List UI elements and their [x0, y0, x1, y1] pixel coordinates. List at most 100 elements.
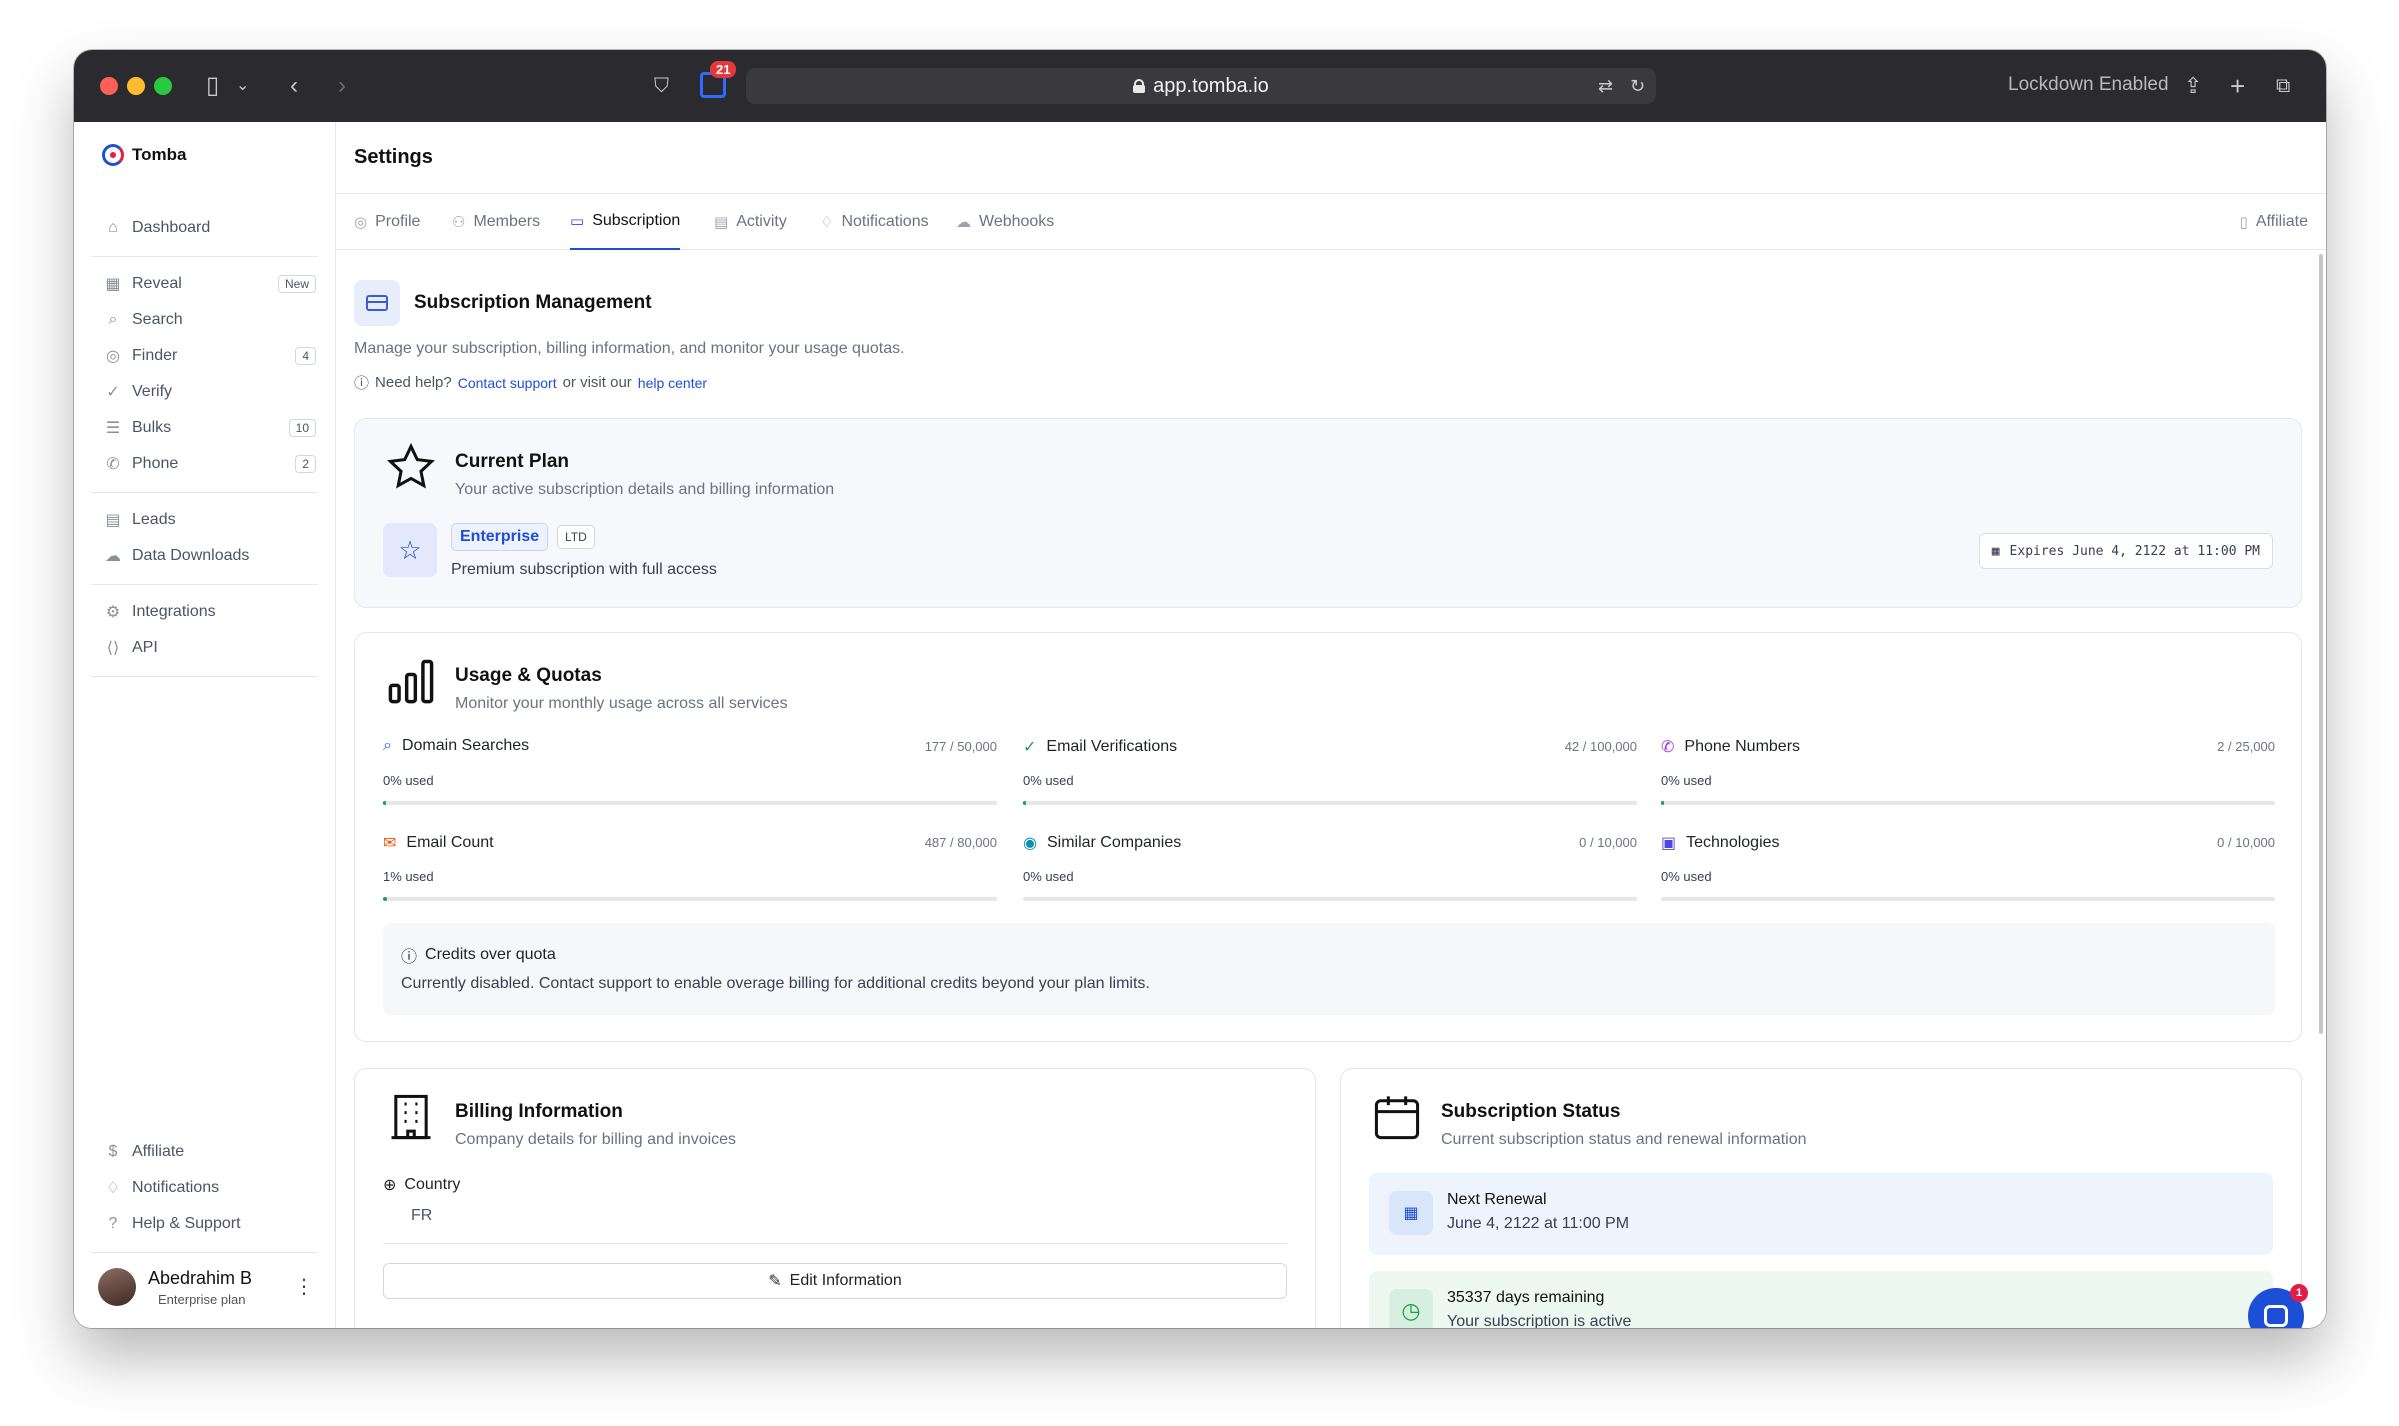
divider: [92, 1252, 318, 1253]
bar-chart-icon: [388, 659, 434, 704]
pencil-icon: ✎: [768, 1273, 782, 1290]
affiliate-link[interactable]: ▯ Affiliate: [2240, 194, 2308, 250]
share-icon[interactable]: ⇪: [2184, 72, 2202, 100]
help-middle: or visit our: [562, 374, 632, 391]
contact-support-link[interactable]: Contact support: [458, 375, 557, 391]
user-circle-icon: ◎: [106, 348, 120, 365]
quota-used: 0% used: [1023, 773, 1074, 788]
section-title: Subscription Management: [414, 292, 652, 313]
help-line: ⓘ Need help? Contact support or visit ou…: [354, 372, 707, 393]
mail-icon: ✉: [383, 835, 397, 852]
chevron-down-icon[interactable]: ⌄: [236, 72, 249, 100]
sidebar-item-leads[interactable]: ▤ Leads: [104, 506, 316, 534]
user-profile[interactable]: Abedrahim B Enterprise plan ⋮: [98, 1266, 318, 1310]
renewal-date: June 4, 2122 at 11:00 PM: [1447, 1215, 1630, 1232]
brand-logo[interactable]: Tomba: [102, 144, 186, 166]
current-plan-card: Current Plan Your active subscription de…: [354, 418, 2302, 608]
sidebar-item-label: Phone: [132, 455, 179, 472]
tab-label: Activity: [736, 213, 787, 230]
plug-icon: ⚙: [105, 604, 121, 621]
sidebar-item-finder[interactable]: ◎ Finder 4: [104, 342, 316, 370]
forward-icon[interactable]: ›: [338, 72, 346, 100]
remaining-subtitle: Your subscription is active: [1447, 1313, 1632, 1328]
subscription-icon-box: [354, 280, 400, 326]
edit-information-button[interactable]: ✎ Edit Information: [383, 1263, 1287, 1299]
sidebar-item-data-downloads[interactable]: ☁ Data Downloads: [104, 542, 316, 570]
tab-overview-icon[interactable]: ⧉: [2276, 72, 2290, 100]
tab-activity[interactable]: ▤ Activity: [714, 194, 787, 250]
plan-name-badge: Enterprise: [451, 523, 549, 551]
sidebar-toggle-icon[interactable]: ▯: [206, 72, 219, 100]
tab-subscription[interactable]: ▭ Subscription: [570, 194, 681, 250]
sidebar-item-dashboard[interactable]: ⌂ Dashboard: [104, 214, 316, 242]
lock-icon: [1133, 79, 1146, 93]
quota-used: 1% used: [383, 869, 434, 884]
card-title: Usage & Quotas: [455, 665, 602, 686]
minimize-window-button[interactable]: [127, 77, 145, 95]
quota-label: Domain Searches: [401, 737, 530, 754]
sidebar-item-phone[interactable]: ✆ Phone 2: [104, 450, 316, 478]
lockdown-status: Lockdown Enabled: [2008, 74, 2169, 95]
credits-text: Currently disabled. Contact support to e…: [401, 975, 1150, 992]
avatar: [98, 1268, 136, 1306]
tab-members[interactable]: ⚇ Members: [452, 194, 540, 250]
sidebar-item-reveal[interactable]: ▦ Reveal New: [104, 270, 316, 298]
sidebar-item-label: Bulks: [132, 419, 172, 436]
sidebar-item-verify[interactable]: ✓ Verify: [104, 378, 316, 406]
days-remaining-box: ◷ 35337 days remaining Your subscription…: [1369, 1271, 2273, 1328]
tab-notifications[interactable]: ♢ Notifications: [820, 194, 929, 250]
subscription-panel: Subscription Management Manage your subs…: [336, 250, 2314, 1328]
table-icon: ▤: [714, 214, 729, 231]
sidebar-item-label: Verify: [132, 383, 173, 400]
bell-icon: ♢: [820, 214, 834, 231]
sidebar-item-label: Finder: [132, 347, 178, 364]
sidebar-item-label: Help & Support: [132, 1215, 241, 1232]
scrollbar[interactable]: [2316, 250, 2326, 1328]
search-icon: ⌕: [108, 311, 118, 328]
quota-progress-fill: [1661, 801, 1664, 805]
sidebar-item-affiliate[interactable]: $ Affiliate: [104, 1138, 316, 1166]
sidebar-item-search[interactable]: ⌕ Search: [104, 306, 316, 334]
quota-item: ✉ Email Count 487 / 80,000 1% used: [383, 833, 997, 903]
sidebar-item-label: Affiliate: [132, 1143, 185, 1160]
button-label: Edit Information: [789, 1272, 902, 1289]
user-name: Abedrahim B: [148, 1268, 253, 1288]
translate-icon[interactable]: ⇄: [1598, 72, 1613, 100]
quota-value: 0 / 10,000: [2217, 835, 2275, 850]
sidebar-item-notifications[interactable]: ♢ Notifications: [104, 1174, 316, 1202]
quota-used: 0% used: [383, 773, 434, 788]
new-tab-icon[interactable]: +: [2230, 72, 2245, 100]
usage-card: Usage & Quotas Monitor your monthly usag…: [354, 632, 2302, 1042]
country-label-row: ⊕ Country: [383, 1175, 460, 1195]
quota-value: 487 / 80,000: [924, 835, 997, 850]
quota-item: ✆ Phone Numbers 2 / 25,000 0% used: [1661, 737, 2275, 807]
star-icon: [387, 442, 435, 489]
quota-label-row: ⌕ Domain Searches: [383, 737, 529, 755]
tab-profile[interactable]: ◎ Profile: [354, 194, 420, 250]
info-icon: ⓘ: [401, 949, 418, 966]
scroll-thumb[interactable]: [2319, 254, 2323, 1034]
sidebar-item-label: Data Downloads: [132, 547, 250, 564]
quota-item: ⌕ Domain Searches 177 / 50,000 0% used: [383, 737, 997, 807]
zoom-window-button[interactable]: [154, 77, 172, 95]
shield-icon[interactable]: ⛉: [654, 72, 669, 100]
tab-webhooks[interactable]: ☁ Webhooks: [956, 194, 1054, 250]
quota-item: ▣ Technologies 0 / 10,000 0% used: [1661, 833, 2275, 903]
dollar-icon: $: [108, 1143, 118, 1160]
credits-over-quota: ⓘ Credits over quota Currently disabled.…: [383, 923, 2275, 1015]
sidebar-item-api[interactable]: ⟨⟩ API: [104, 634, 316, 662]
back-icon[interactable]: ‹: [290, 72, 298, 100]
address-bar[interactable]: app.tomba.io: [746, 68, 1656, 104]
quota-used: 0% used: [1023, 869, 1074, 884]
sidebar-item-integrations[interactable]: ⚙ Integrations: [104, 598, 316, 626]
sidebar-item-help[interactable]: ? Help & Support: [104, 1210, 316, 1238]
more-vertical-icon[interactable]: ⋮: [294, 1274, 314, 1299]
sidebar-item-bulks[interactable]: ☰ Bulks 10: [104, 414, 316, 442]
close-window-button[interactable]: [100, 77, 118, 95]
subscription-status-card: Subscription Status Current subscription…: [1340, 1068, 2302, 1328]
page-header: Settings: [336, 122, 2326, 194]
reload-icon[interactable]: ↻: [1630, 72, 1645, 100]
plan-star-icon: ☆: [383, 523, 437, 577]
cpu-icon: ▣: [1661, 835, 1677, 852]
help-center-link[interactable]: help center: [638, 375, 707, 391]
